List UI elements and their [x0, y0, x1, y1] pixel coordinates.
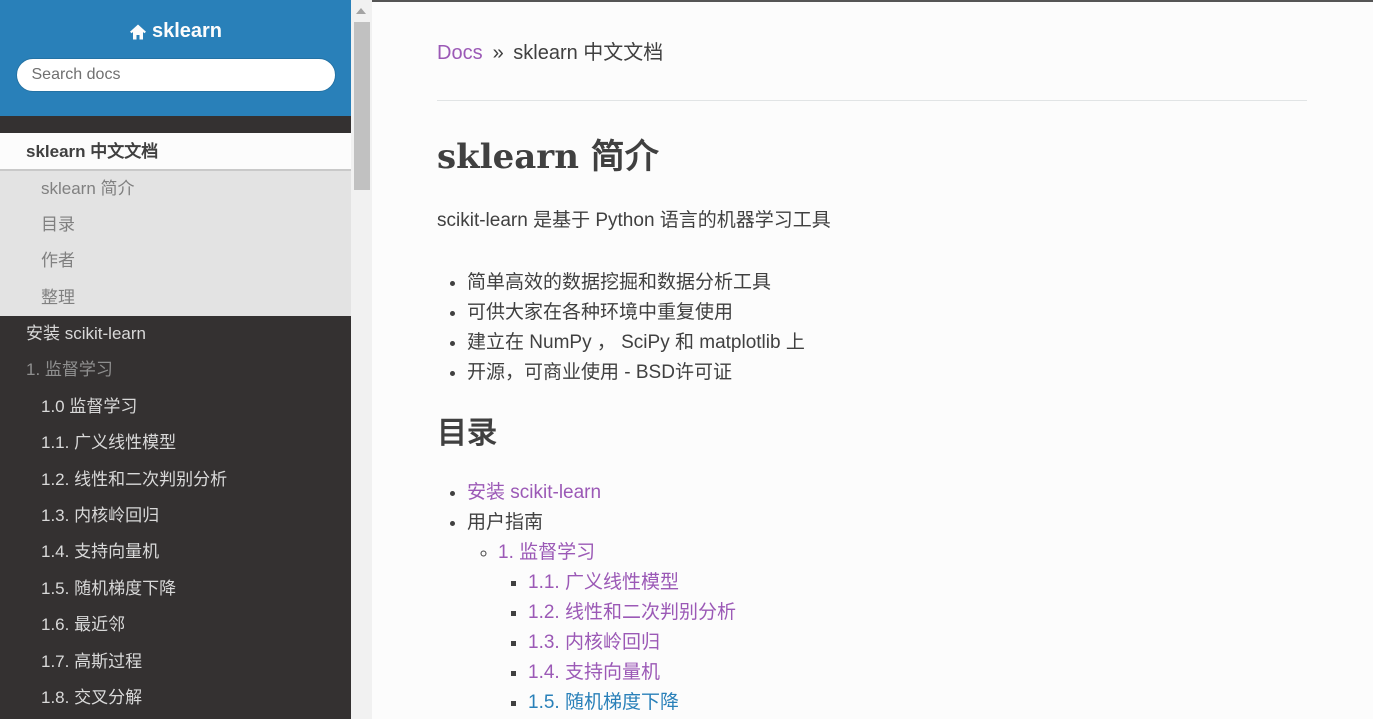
sidebar-subitem-intro[interactable]: sklearn 简介: [0, 170, 351, 207]
toc-heading: 目录: [437, 416, 497, 451]
sidebar-nav: 安装 scikit-learn 1. 监督学习 1.0 监督学习 1.1. 广义…: [0, 316, 351, 716]
scroll-up-arrow-icon[interactable]: [356, 8, 366, 14]
sidebar-gap: [0, 116, 351, 133]
sidebar-item-1-7[interactable]: 1.7. 高斯过程: [0, 644, 351, 680]
home-icon: [129, 24, 146, 39]
toc-link-supervised[interactable]: 1. 监督学习: [498, 542, 595, 563]
intro-text: scikit-learn 是基于 Python 语言的机器学习工具: [437, 210, 831, 231]
sidebar-item-1-6[interactable]: 1.6. 最近邻: [0, 607, 351, 643]
feature-item: 简单高效的数据挖掘和数据分析工具: [467, 268, 1307, 298]
toc-item: 1.1. 广义线性模型: [528, 568, 1307, 598]
sidebar-scrollbar[interactable]: [351, 0, 372, 719]
sidebar-item-1-8[interactable]: 1.8. 交叉分解: [0, 680, 351, 716]
toc-item: 1.4. 支持向量机: [528, 658, 1307, 688]
toc-user-guide: 用户指南: [467, 512, 544, 533]
feature-item: 开源，可商业使用 - BSD许可证: [467, 358, 1307, 388]
sidebar-subitem-author[interactable]: 作者: [0, 243, 351, 280]
sidebar-item-install[interactable]: 安装 scikit-learn: [0, 316, 351, 352]
breadcrumb: Docs » sklearn 中文文档: [437, 38, 1307, 68]
home-label: sklearn: [151, 20, 223, 42]
toc-item: 1. 监督学习 1.1. 广义线性模型 1.2. 线性和二次判别分析 1.3. …: [498, 538, 1307, 718]
breadcrumb-current: sklearn 中文文档: [513, 42, 664, 64]
sidebar-item-1-0[interactable]: 1.0 监督学习: [0, 389, 351, 425]
sidebar-item-current[interactable]: sklearn 中文文档: [0, 133, 351, 170]
toc-link-install[interactable]: 安装 scikit-learn: [467, 482, 601, 503]
toc-item: 1.3. 内核岭回归: [528, 628, 1307, 658]
sidebar-subitem-editor[interactable]: 整理: [0, 280, 351, 317]
top-border: [372, 0, 1373, 2]
toc-item: 用户指南 1. 监督学习 1.1. 广义线性模型 1.2. 线性和二次判别分析 …: [467, 508, 1307, 718]
sidebar-item-1-3[interactable]: 1.3. 内核岭回归: [0, 498, 351, 534]
feature-item: 建立在 NumPy ， SciPy 和 matplotlib 上: [467, 328, 1307, 358]
feature-item: 可供大家在各种环境中重复使用: [467, 298, 1307, 328]
toc-list: 安装 scikit-learn 用户指南 1. 监督学习 1.1. 广义线性模型…: [437, 478, 1307, 718]
sidebar-item-1-2[interactable]: 1.2. 线性和二次判别分析: [0, 462, 351, 498]
toc-link-1-4[interactable]: 1.4. 支持向量机: [528, 662, 660, 683]
home-link[interactable]: sklearn: [129, 20, 222, 43]
main-content: Docs » sklearn 中文文档 sklearn 简介 scikit-lea…: [437, 38, 1307, 718]
toc-item: 1.5. 随机梯度下降: [528, 688, 1307, 718]
toc-item: 1.2. 线性和二次判别分析: [528, 598, 1307, 628]
toc-link-1-3[interactable]: 1.3. 内核岭回归: [528, 632, 660, 653]
page-title: sklearn 简介: [437, 137, 659, 177]
divider: [437, 100, 1307, 101]
sidebar-item-1-5[interactable]: 1.5. 随机梯度下降: [0, 571, 351, 607]
toc-sublist: 1. 监督学习 1.1. 广义线性模型 1.2. 线性和二次判别分析 1.3. …: [467, 538, 1307, 718]
scroll-thumb[interactable]: [354, 22, 370, 190]
toc-item: 安装 scikit-learn: [467, 478, 1307, 508]
toc-link-1-5[interactable]: 1.5. 随机梯度下降: [528, 692, 679, 713]
toc-link-1-1[interactable]: 1.1. 广义线性模型: [528, 572, 679, 593]
feature-list: 简单高效的数据挖掘和数据分析工具 可供大家在各种环境中重复使用 建立在 NumP…: [437, 268, 1307, 388]
sidebar-subitem-toc[interactable]: 目录: [0, 207, 351, 244]
sidebar: sklearn sklearn 中文文档 sklearn 简介 目录 作者 整理…: [0, 0, 351, 719]
sidebar-header: sklearn: [0, 0, 351, 116]
toc-subsublist: 1.1. 广义线性模型 1.2. 线性和二次判别分析 1.3. 内核岭回归 1.…: [498, 568, 1307, 718]
sidebar-item-1-1[interactable]: 1.1. 广义线性模型: [0, 425, 351, 461]
sidebar-subnav: sklearn 简介 目录 作者 整理: [0, 170, 351, 316]
sidebar-item-supervised[interactable]: 1. 监督学习: [0, 352, 351, 388]
sidebar-item-1-4[interactable]: 1.4. 支持向量机: [0, 534, 351, 570]
breadcrumb-docs-link[interactable]: Docs: [437, 42, 483, 64]
search-input[interactable]: [15, 57, 336, 92]
toc-link-1-2[interactable]: 1.2. 线性和二次判别分析: [528, 602, 736, 623]
breadcrumb-separator: »: [492, 42, 504, 64]
